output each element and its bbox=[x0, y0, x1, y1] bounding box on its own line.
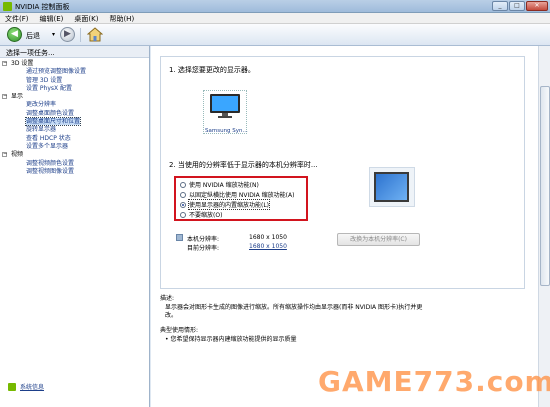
radio-button[interactable] bbox=[180, 181, 186, 188]
change-to-native-button[interactable]: 改换为本机分辨率(C) bbox=[337, 233, 420, 246]
collapse-icon[interactable]: − bbox=[2, 152, 7, 158]
tree-item-preview-image[interactable]: 通过预览调整图像设置 bbox=[0, 68, 149, 76]
menu-edit[interactable]: 编辑(E) bbox=[35, 13, 70, 23]
description-line-1: 显示器会对图形卡生成的图像进行缩放。所有缩放操作均由显示器(而非 NVIDIA … bbox=[165, 304, 423, 311]
step2-heading: 2. 当使用的分辨率低于显示器的本机分辨率时... bbox=[169, 161, 318, 169]
usage-title: 典型使用情形: bbox=[160, 327, 199, 334]
tree-item-hdcp[interactable]: 查看 HDCP 状态 bbox=[0, 135, 149, 143]
native-res-value: 1680 x 1050 bbox=[249, 234, 287, 241]
task-tree: −3D 设置 通过预览调整图像设置 管理 3D 设置 设置 PhysX 配置 −… bbox=[0, 60, 149, 176]
monitor-label[interactable]: Samsung Syn... bbox=[205, 128, 248, 134]
tree-item-video-color[interactable]: 调整视频颜色设置 bbox=[0, 160, 149, 168]
back-button-label[interactable]: 后退 bbox=[26, 31, 40, 41]
current-res-label: 目前分辨率: bbox=[187, 245, 220, 252]
option-nvidia-aspect[interactable]: 以固定纵横比使用 NVIDIA 缩放功能(A) bbox=[180, 190, 294, 199]
scaling-preview-icon bbox=[374, 172, 409, 202]
system-info[interactable]: 系统信息 bbox=[8, 382, 44, 391]
back-dropdown-icon[interactable]: ▾ bbox=[52, 31, 55, 38]
tree-category-video[interactable]: − 视频 bbox=[0, 151, 149, 159]
tree-item-resolution[interactable]: 更改分辨率 bbox=[0, 101, 149, 109]
menu-help[interactable]: 帮助(H) bbox=[104, 13, 140, 23]
description-line-2: 改。 bbox=[165, 312, 178, 319]
toolbar-separator bbox=[80, 28, 81, 42]
watermark: GAME773.com bbox=[318, 365, 550, 398]
collapse-icon[interactable]: − bbox=[2, 94, 7, 100]
tree-item-video-image[interactable]: 调整视频图像设置 bbox=[0, 168, 149, 176]
tree-item-physx[interactable]: 设置 PhysX 配置 bbox=[0, 85, 149, 93]
menu-desktop[interactable]: 桌面(K) bbox=[69, 13, 104, 23]
back-arrow-icon[interactable]: ◀ bbox=[7, 27, 22, 42]
current-res-link[interactable]: 1680 x 1050 bbox=[249, 243, 287, 250]
task-panel: 选择一项任务... −3D 设置 通过预览调整图像设置 管理 3D 设置 设置 … bbox=[0, 46, 150, 407]
menu-file[interactable]: 文件(F) bbox=[0, 13, 35, 23]
scrollbar-thumb[interactable] bbox=[540, 86, 550, 286]
close-button[interactable]: ✕ bbox=[526, 1, 548, 11]
option-display-scaling[interactable]: 使用显示器的内置缩放功能(L) bbox=[180, 199, 271, 210]
minimize-button[interactable]: _ bbox=[492, 1, 508, 11]
radio-button[interactable] bbox=[180, 191, 186, 198]
tree-item-rotate[interactable]: 旋转显示器 bbox=[0, 126, 149, 134]
menu-bar: 文件(F) 编辑(E) 桌面(K) 帮助(H) bbox=[0, 13, 550, 24]
description-title: 描述: bbox=[160, 295, 175, 302]
collapse-icon[interactable]: − bbox=[2, 61, 7, 66]
radio-button[interactable] bbox=[180, 211, 186, 218]
nvidia-icon bbox=[3, 2, 12, 11]
forward-arrow-icon[interactable]: ▶ bbox=[60, 27, 75, 42]
settings-box: 1. 选择您要更改的显示器。 Samsung Syn... 2. 当使用的分辨率… bbox=[160, 56, 525, 289]
task-panel-header: 选择一项任务... bbox=[0, 46, 149, 58]
scaling-options-highlight: 使用 NVIDIA 缩放功能(N) 以固定纵横比使用 NVIDIA 缩放功能(A… bbox=[174, 176, 308, 221]
radio-button-selected[interactable] bbox=[180, 201, 186, 208]
step1-heading: 1. 选择您要更改的显示器。 bbox=[169, 66, 255, 74]
vertical-scrollbar[interactable] bbox=[538, 46, 550, 407]
tree-item-desktop-color[interactable]: 调整桌面颜色设置 bbox=[0, 110, 149, 118]
resolution-icon bbox=[176, 234, 183, 241]
native-res-label: 本机分辨率: bbox=[187, 236, 220, 243]
title-bar: NVIDIA 控制面板 _ □ ✕ bbox=[0, 0, 550, 13]
usage-item: • 您希望保持显示器内建缩放功能提供的显示质量 bbox=[165, 336, 297, 343]
maximize-button[interactable]: □ bbox=[509, 1, 525, 11]
home-icon[interactable] bbox=[86, 27, 104, 42]
tree-item-manage-3d[interactable]: 管理 3D 设置 bbox=[0, 77, 149, 85]
tree-category-display[interactable]: − 显示 bbox=[0, 93, 149, 101]
system-info-link[interactable]: 系统信息 bbox=[20, 382, 44, 391]
option-nvidia-scaling[interactable]: 使用 NVIDIA 缩放功能(N) bbox=[180, 180, 259, 189]
toolbar: ◀ 后退 ▾ ▶ bbox=[0, 24, 550, 46]
window-title: NVIDIA 控制面板 bbox=[15, 3, 70, 11]
info-icon bbox=[8, 382, 16, 391]
tree-item-desktop-size[interactable]: 调整桌面尺寸和位置 bbox=[0, 117, 149, 127]
content-panel: 1. 选择您要更改的显示器。 Samsung Syn... 2. 当使用的分辨率… bbox=[151, 46, 550, 407]
monitor-icon[interactable] bbox=[209, 93, 241, 119]
option-no-scaling[interactable]: 不要缩放(O) bbox=[180, 210, 222, 219]
